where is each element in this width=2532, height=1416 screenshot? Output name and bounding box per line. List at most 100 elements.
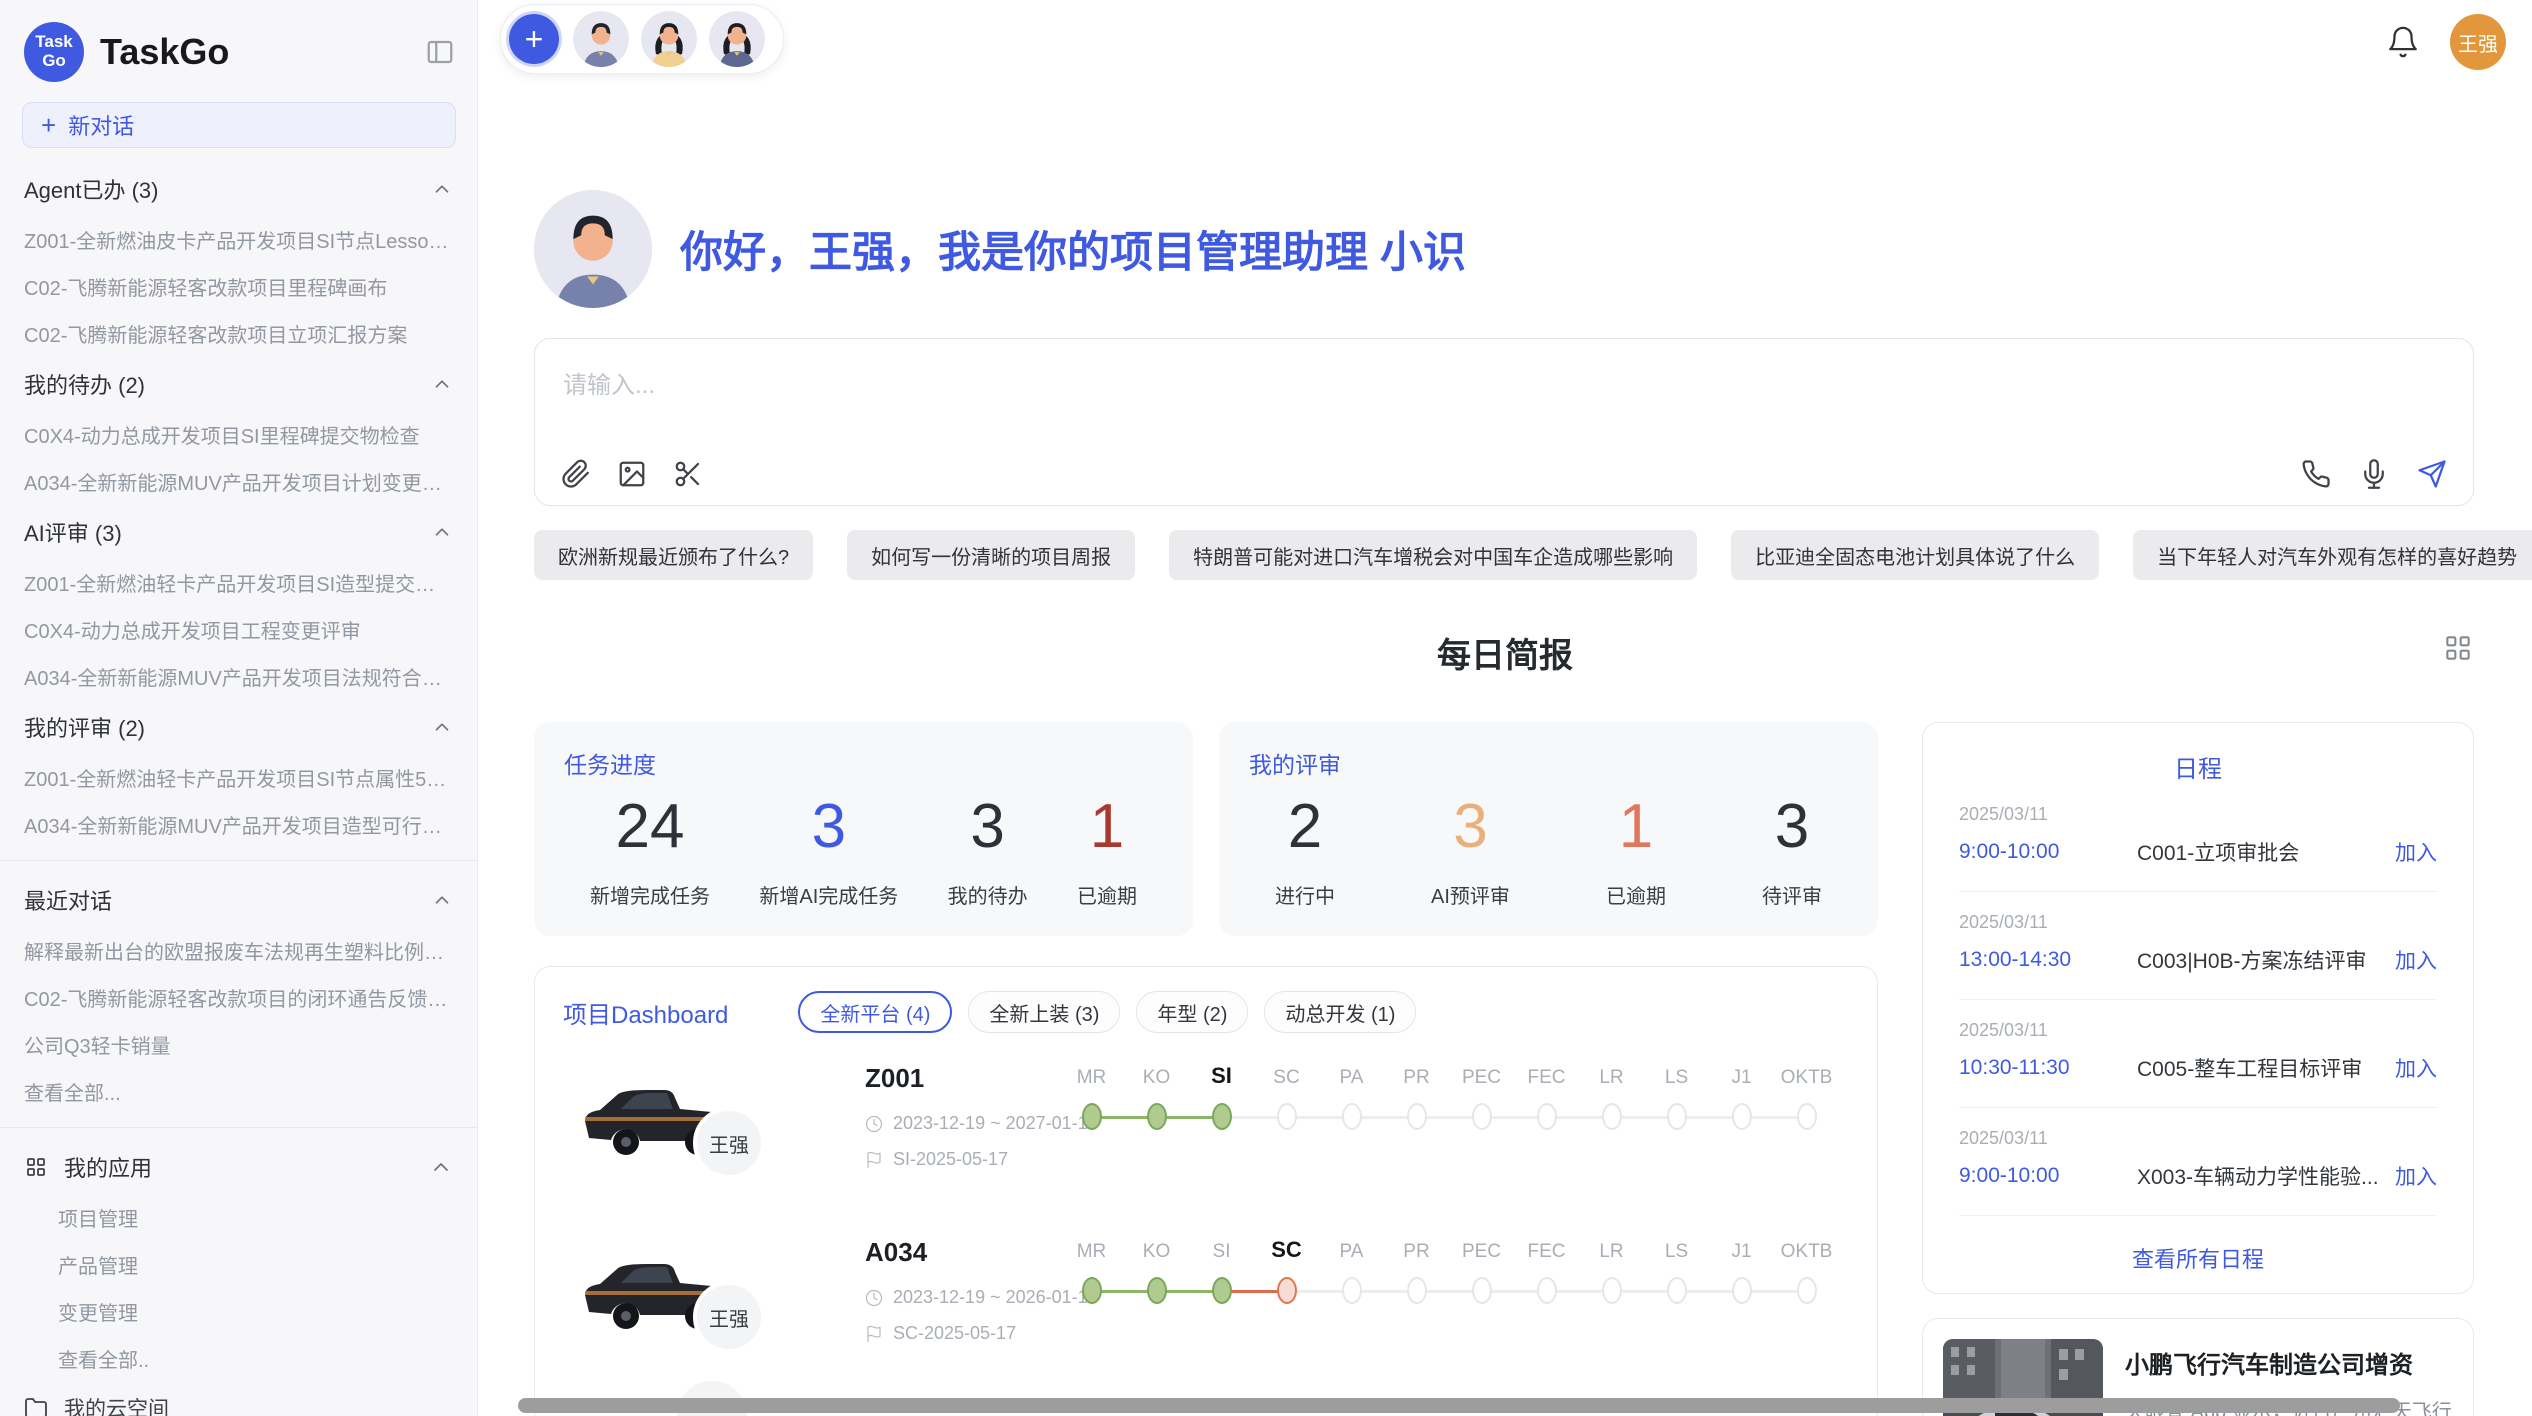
event-date: 2025/03/11 bbox=[1959, 804, 2437, 825]
stat-item: 3新增AI完成任务 bbox=[759, 788, 898, 909]
composer-toolbar bbox=[535, 459, 2473, 489]
dashboard-header: 项目Dashboard 全新平台 (4) 全新上装 (3) 年型 (2) 动总开发 (… bbox=[563, 991, 1849, 1033]
chevron-up-icon[interactable] bbox=[431, 716, 453, 738]
new-chat-label: 新对话 bbox=[68, 109, 134, 141]
avatar-woman-long-hair[interactable] bbox=[641, 11, 697, 67]
schedule-events: 2025/03/119:00-10:00C001-立项审批会加入2025/03/… bbox=[1959, 784, 2437, 1216]
sidebar-item[interactable]: 公司Q3轻卡销量 bbox=[0, 1021, 477, 1068]
new-chat-button[interactable]: + 新对话 bbox=[22, 102, 456, 148]
event-date: 2025/03/11 bbox=[1959, 912, 2437, 933]
stat-label: 待评审 bbox=[1762, 880, 1822, 909]
avatar-man[interactable] bbox=[573, 11, 629, 67]
dashboard-tab[interactable]: 动总开发 (1) bbox=[1264, 991, 1416, 1033]
mic-icon[interactable] bbox=[2359, 459, 2389, 489]
suggestion-chip[interactable]: 当下年轻人对汽车外观有怎样的喜好趋势 bbox=[2133, 530, 2532, 580]
sidebar-item[interactable]: A034-全新新能源MUV产品开发项目造型可行性评审 bbox=[0, 801, 477, 848]
sidebar-link-我的云空间[interactable]: 我的云空间 bbox=[0, 1382, 477, 1416]
sidebar-item[interactable]: C0X4-动力总成开发项目SI里程碑提交物检查 bbox=[0, 411, 477, 458]
view-all-schedule-link[interactable]: 查看所有日程 bbox=[1959, 1242, 2437, 1274]
dashboard-projects: 王强Z0012023-12-19 ~ 2027-01-19SI-2025-05-… bbox=[563, 1055, 1849, 1381]
news-title: 小鹏飞行汽车制造公司增资 bbox=[2125, 1345, 2453, 1380]
avatar-woman-ponytail[interactable] bbox=[709, 11, 765, 67]
milestone-label-pec: PEC bbox=[1449, 1067, 1514, 1089]
milestone-label-si: SI bbox=[1189, 1063, 1254, 1089]
project-row[interactable]: 王强Z0012023-12-19 ~ 2027-01-19SI-2025-05-… bbox=[563, 1055, 1849, 1207]
dashboard-tab[interactable]: 全新上装 (3) bbox=[968, 991, 1120, 1033]
chevron-up-icon[interactable] bbox=[431, 521, 453, 543]
event-name: X003-车辆动力学性能验... bbox=[2137, 1161, 2383, 1191]
stat-label: 已逾期 bbox=[1077, 880, 1137, 909]
app-item[interactable]: 变更管理 bbox=[0, 1288, 477, 1335]
sidebar-item[interactable]: A034-全新新能源MUV产品开发项目计划变更表编写 bbox=[0, 458, 477, 505]
stat-value: 2 bbox=[1275, 788, 1335, 866]
task-section-3-header[interactable]: 我的评审 (2) bbox=[0, 700, 477, 754]
stat-item: 3待评审 bbox=[1762, 788, 1822, 909]
suggestion-chip[interactable]: 比亚迪全固态电池计划具体说了什么 bbox=[1731, 530, 2099, 580]
chevron-up-icon[interactable] bbox=[431, 889, 453, 911]
cloud-folder-icon bbox=[24, 1396, 48, 1416]
sidebar-item[interactable]: Z001-全新燃油皮卡产品开发项目SI节点Lesson Learn报告 bbox=[0, 216, 477, 263]
milestone-dot-oktb bbox=[1797, 1277, 1817, 1304]
event-row: 10:30-11:30C005-整车工程目标评审加入 bbox=[1959, 1053, 2437, 1083]
message-input[interactable] bbox=[535, 339, 2473, 431]
sidebar-item[interactable]: Z001-全新燃油轻卡产品开发项目SI节点属性5D文件评审 bbox=[0, 754, 477, 801]
event-join-link[interactable]: 加入 bbox=[2395, 945, 2437, 975]
milestone-label-ko: KO bbox=[1124, 1067, 1189, 1089]
sidebar-item[interactable]: C02-飞腾新能源轻客改款项目立项汇报方案 bbox=[0, 310, 477, 357]
sidebar-item[interactable]: 查看全部... bbox=[0, 1068, 477, 1115]
task-section-0-header[interactable]: Agent已办 (3) bbox=[0, 162, 477, 216]
milestone-label-oktb: OKTB bbox=[1774, 1241, 1839, 1263]
flag-text: SI-2025-05-17 bbox=[893, 1149, 1008, 1170]
notifications-bell-icon[interactable] bbox=[2386, 25, 2420, 59]
scissors-icon[interactable] bbox=[673, 459, 703, 489]
recent-section-header[interactable]: 最近对话 bbox=[0, 873, 477, 927]
task-section-2-header[interactable]: AI评审 (3) bbox=[0, 505, 477, 559]
chevron-up-icon[interactable] bbox=[431, 373, 453, 395]
horizontal-scrollbar[interactable] bbox=[518, 1398, 2400, 1413]
briefing-header: 每日简报 bbox=[534, 628, 2476, 677]
image-icon[interactable] bbox=[617, 459, 647, 489]
dashboard-tab[interactable]: 年型 (2) bbox=[1136, 991, 1248, 1033]
stat-value: 3 bbox=[948, 788, 1028, 866]
suggestion-chip[interactable]: 欧洲新规最近颁布了什么? bbox=[534, 530, 813, 580]
user-avatar[interactable]: 王强 bbox=[2450, 14, 2506, 70]
sidebar-item[interactable]: A034-全新新能源MUV产品开发项目法规符合性评审 bbox=[0, 653, 477, 700]
event-join-link[interactable]: 加入 bbox=[2395, 1053, 2437, 1083]
project-row[interactable]: 王强A0342023-12-19 ~ 2026-01-19SC-2025-05-… bbox=[563, 1229, 1849, 1381]
add-agent-button[interactable]: + bbox=[509, 14, 559, 64]
suggestion-chip[interactable]: 特朗普可能对进口汽车增税会对中国车企造成哪些影响 bbox=[1169, 530, 1697, 580]
chevron-up-icon[interactable] bbox=[431, 178, 453, 200]
milestone-labels: MRKOSISCPAPRPECFECLRLSJ1OKTB bbox=[1059, 1237, 1849, 1267]
my-apps-header[interactable]: 我的应用 bbox=[0, 1140, 477, 1194]
voice-call-icon[interactable] bbox=[2301, 459, 2331, 489]
layout-grid-icon[interactable] bbox=[2442, 632, 2474, 664]
sidebar-item[interactable]: C0X4-动力总成开发项目工程变更评审 bbox=[0, 606, 477, 653]
send-icon[interactable] bbox=[2417, 459, 2447, 489]
briefing-title: 每日简报 bbox=[1437, 637, 1573, 675]
sidebar-item[interactable]: 解释最新出台的欧盟报废车法规再生塑料比例被调至15%... bbox=[0, 927, 477, 974]
task-section-1-header[interactable]: 我的待办 (2) bbox=[0, 357, 477, 411]
attach-icon[interactable] bbox=[561, 459, 591, 489]
dashboard-tabs: 全新平台 (4) 全新上装 (3) 年型 (2) 动总开发 (1) bbox=[798, 991, 1416, 1033]
milestone-dot-ls bbox=[1667, 1277, 1687, 1304]
my-apps-label: 我的应用 bbox=[64, 1151, 152, 1183]
project-dashboard-card: 项目Dashboard 全新平台 (4) 全新上装 (3) 年型 (2) 动总开发 (… bbox=[534, 966, 1878, 1416]
dashboard-tab[interactable]: 全新平台 (4) bbox=[798, 991, 952, 1033]
collapse-sidebar-icon[interactable] bbox=[425, 37, 455, 67]
sidebar-item[interactable]: C02-飞腾新能源轻客改款项目里程碑画布 bbox=[0, 263, 477, 310]
app-item[interactable]: 产品管理 bbox=[0, 1241, 477, 1288]
sidebar: Task Go TaskGo + 新对话 Agent已办 (3)Z001-全新燃… bbox=[0, 0, 478, 1416]
app-item[interactable]: 项目管理 bbox=[0, 1194, 477, 1241]
suggestion-chip[interactable]: 如何写一份清晰的项目周报 bbox=[847, 530, 1135, 580]
app-item[interactable]: 查看全部.. bbox=[0, 1335, 477, 1382]
milestone-dot-j1 bbox=[1732, 1277, 1752, 1304]
chevron-up-icon[interactable] bbox=[429, 1155, 453, 1179]
sidebar-item[interactable]: C02-飞腾新能源轻客改款项目的闭环通告反馈情况 bbox=[0, 974, 477, 1021]
agent-avatar-pill: + bbox=[500, 4, 784, 74]
sidebar-item[interactable]: Z001-全新燃油轻卡产品开发项目SI造型提交物评审 bbox=[0, 559, 477, 606]
dashboard-title: 项目Dashboard bbox=[563, 995, 728, 1030]
schedule-card: 日程 2025/03/119:00-10:00C001-立项审批会加入2025/… bbox=[1922, 722, 2474, 1294]
event-join-link[interactable]: 加入 bbox=[2395, 1161, 2437, 1191]
milestone-label-pr: PR bbox=[1384, 1241, 1449, 1263]
event-join-link[interactable]: 加入 bbox=[2395, 837, 2437, 867]
